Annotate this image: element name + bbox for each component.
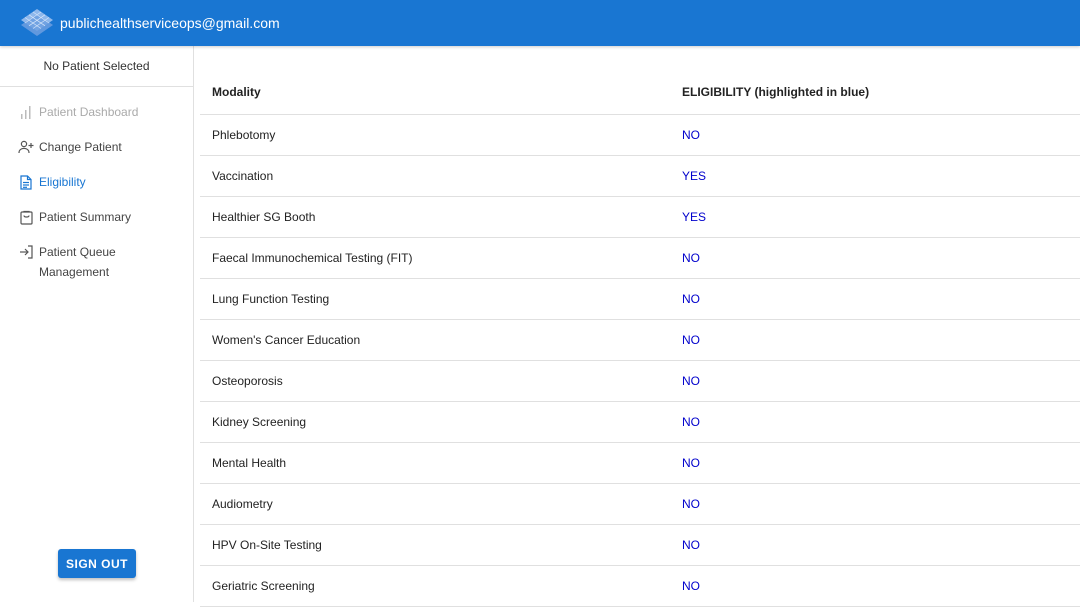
eligibility-cell: NO — [682, 319, 1080, 361]
table-row: Kidney Screening NO — [200, 401, 1080, 443]
sidebar-item-eligibility[interactable]: Eligibility — [0, 174, 193, 209]
eligibility-cell: NO — [682, 401, 1080, 443]
eligibility-cell: NO — [682, 442, 1080, 484]
login-arrow-icon — [18, 244, 34, 260]
sidebar-item-label: Patient Summary — [39, 210, 132, 224]
eligibility-cell: NO — [682, 278, 1080, 320]
eligibility-cell: NO — [682, 565, 1080, 607]
eligibility-cell: NO — [682, 237, 1080, 279]
bar-chart-icon — [18, 104, 34, 120]
sidebar-item-label: Patient Queue Management — [39, 245, 116, 279]
eligibility-panel: Modality ELIGIBILITY (highlighted in blu… — [200, 71, 1080, 607]
eligibility-cell: YES — [682, 155, 1080, 197]
sidebar-item-patient-summary[interactable]: Patient Summary — [0, 209, 193, 244]
patient-status: No Patient Selected — [0, 46, 193, 87]
sidebar-item-patient-queue-management[interactable]: Patient Queue Management — [0, 244, 193, 294]
table-row: Geriatric Screening NO — [200, 565, 1080, 607]
table-row: Faecal Immunochemical Testing (FIT) NO — [200, 237, 1080, 279]
table-row: Women's Cancer Education NO — [200, 319, 1080, 361]
table-row: Phlebotomy NO — [200, 114, 1080, 156]
eligibility-cell: NO — [682, 483, 1080, 525]
modality-cell: Audiometry — [200, 483, 682, 525]
app-logo-icon — [21, 9, 53, 36]
sidebar-nav: Patient Dashboard Change Patient Eligibi… — [0, 104, 193, 294]
sidebar: No Patient Selected Patient Dashboard Ch… — [0, 46, 194, 602]
eligibility-cell: NO — [682, 360, 1080, 402]
table-row: Mental Health NO — [200, 442, 1080, 484]
modality-cell: Geriatric Screening — [200, 565, 682, 607]
table-row: Vaccination YES — [200, 155, 1080, 197]
clipboard-icon — [18, 209, 34, 225]
eligibility-table: Modality ELIGIBILITY (highlighted in blu… — [200, 71, 1080, 607]
document-icon — [18, 174, 34, 190]
modality-cell: Osteoporosis — [200, 360, 682, 402]
person-add-icon — [18, 139, 34, 155]
table-row: Lung Function Testing NO — [200, 278, 1080, 320]
eligibility-cell: NO — [682, 114, 1080, 156]
table-row: Healthier SG Booth YES — [200, 196, 1080, 238]
account-email: publichealthserviceops@gmail.com — [60, 15, 280, 31]
eligibility-cell: YES — [682, 196, 1080, 238]
modality-cell: Vaccination — [200, 155, 682, 197]
sidebar-item-label: Eligibility — [39, 175, 86, 189]
sidebar-item-patient-dashboard[interactable]: Patient Dashboard — [0, 104, 193, 139]
modality-cell: Mental Health — [200, 442, 682, 484]
column-header-eligibility: ELIGIBILITY (highlighted in blue) — [682, 71, 1080, 115]
eligibility-cell: NO — [682, 524, 1080, 566]
modality-cell: Healthier SG Booth — [200, 196, 682, 238]
app-bar: publichealthserviceops@gmail.com — [0, 0, 1080, 46]
sign-out-button[interactable]: SIGN OUT — [58, 549, 136, 578]
modality-cell: HPV On-Site Testing — [200, 524, 682, 566]
table-header-row: Modality ELIGIBILITY (highlighted in blu… — [200, 71, 1080, 115]
modality-cell: Kidney Screening — [200, 401, 682, 443]
modality-cell: Phlebotomy — [200, 114, 682, 156]
modality-cell: Women's Cancer Education — [200, 319, 682, 361]
modality-cell: Lung Function Testing — [200, 278, 682, 320]
sidebar-item-change-patient[interactable]: Change Patient — [0, 139, 193, 174]
modality-cell: Faecal Immunochemical Testing (FIT) — [200, 237, 682, 279]
table-row: Osteoporosis NO — [200, 360, 1080, 402]
column-header-modality: Modality — [200, 71, 682, 115]
table-row: HPV On-Site Testing NO — [200, 524, 1080, 566]
sidebar-item-label: Change Patient — [39, 140, 122, 154]
sidebar-item-label: Patient Dashboard — [39, 105, 139, 119]
table-row: Audiometry NO — [200, 483, 1080, 525]
